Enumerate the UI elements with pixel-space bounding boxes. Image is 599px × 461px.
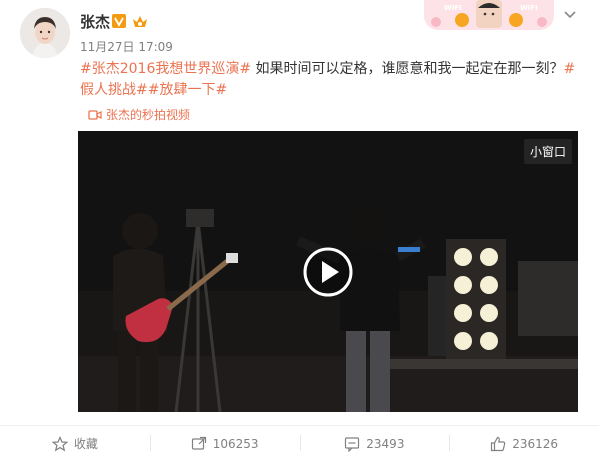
verified-icon[interactable]: [112, 14, 126, 28]
star-icon: [51, 435, 68, 451]
post-text: #张杰2016我想世界巡演# 如果时间可以定格，谁愿意和我一起定在那一刻？#假人…: [80, 59, 580, 101]
video-source-link[interactable]: 张杰的秒拍视频: [88, 106, 190, 123]
play-icon[interactable]: [302, 246, 354, 298]
hashtag-world-tour[interactable]: #张杰2016我想世界巡演#: [80, 61, 251, 77]
video-player[interactable]: 小窗口: [78, 131, 578, 412]
banner-text-left: WIFI: [444, 4, 462, 12]
comment-icon: [345, 436, 360, 452]
like-icon: [491, 436, 506, 451]
repost-count: 106253: [212, 436, 259, 451]
comment-button[interactable]: 23493: [299, 426, 450, 461]
repost-button[interactable]: 106253: [149, 426, 300, 461]
video-source-label: 张杰的秒拍视频: [106, 108, 191, 122]
weibo-post-card: WIFI WIFI 张杰 11月27日 17:09 #张杰2016我想世界巡演#…: [0, 0, 599, 460]
favorite-button[interactable]: 收藏: [0, 426, 150, 461]
member-banner[interactable]: WIFI WIFI: [424, 0, 554, 30]
author-avatar[interactable]: [20, 8, 70, 58]
author-name[interactable]: 张杰: [80, 11, 110, 32]
comment-count: 23493: [366, 436, 405, 451]
post-time[interactable]: 11月27日 17:09: [80, 38, 173, 55]
vip-icon[interactable]: [131, 13, 149, 29]
post-action-bar: 收藏 106253 23493 236126: [0, 425, 599, 461]
chevron-down-icon[interactable]: [561, 6, 579, 24]
like-count: 236126: [512, 436, 559, 451]
mini-window-button[interactable]: 小窗口: [523, 139, 572, 164]
video-icon: [88, 109, 102, 120]
like-button[interactable]: 236126: [449, 426, 599, 461]
repost-icon: [191, 436, 206, 450]
favorite-label: 收藏: [73, 437, 98, 451]
post-body-text: 如果时间可以定格，谁愿意和我一起定在那一刻？: [251, 61, 564, 77]
hashtag-let-loose[interactable]: #放肆一下#: [148, 82, 227, 98]
banner-text-right: WIFI: [520, 4, 538, 12]
